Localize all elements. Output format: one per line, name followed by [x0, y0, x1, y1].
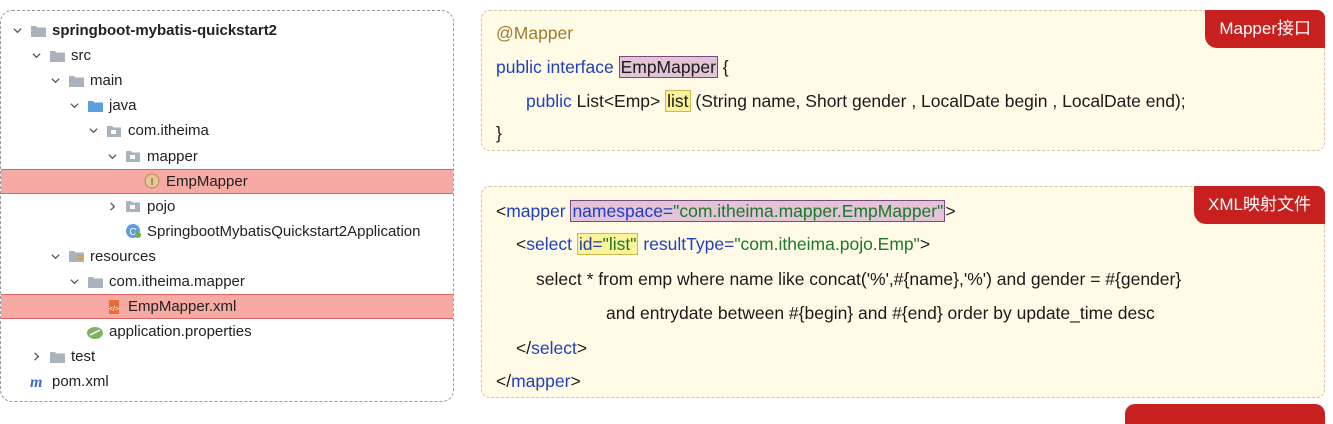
maven-icon: m [29, 374, 47, 390]
no-chevron [125, 175, 137, 187]
interface-name-highlight: EmpMapper [618, 56, 718, 78]
tree-item[interactable]: src [1, 43, 453, 68]
tree-item[interactable]: springboot-mybatis-quickstart2 [1, 18, 453, 43]
code-line-sql-2: and entrydate between #{begin} and #{end… [606, 303, 1155, 323]
tree-item-label: test [71, 348, 96, 366]
chevron-right-icon[interactable] [106, 200, 118, 212]
tree-item[interactable]: pojo [1, 194, 453, 219]
properties-file-icon [86, 324, 104, 340]
folder-icon [48, 48, 66, 64]
namespace-highlight: namespace="com.itheima.mapper.EmpMapper" [570, 200, 946, 222]
package-icon [124, 198, 142, 214]
code-line-select-close: </select> [516, 338, 588, 358]
tree-item[interactable]: mapper [1, 144, 453, 169]
package-icon [105, 123, 123, 139]
code-line-sql-1: select * from emp where name like concat… [536, 269, 1182, 289]
folder-icon [86, 274, 104, 290]
chevron-down-icon[interactable] [49, 75, 61, 87]
select-id-highlight: id="list" [576, 233, 639, 255]
mapper-interface-tag: Mapper接口 [1205, 10, 1325, 48]
tree-item-label: com.itheima [128, 122, 209, 140]
chevron-down-icon[interactable] [49, 250, 61, 262]
tree-item-label: main [90, 72, 123, 90]
svg-text:</>: </> [109, 306, 119, 313]
tree-item[interactable]: java [1, 93, 453, 118]
code-line-annotation: @Mapper [496, 23, 574, 43]
tree-item-label: SpringbootMybatisQuickstart2Application [147, 222, 421, 240]
tree-item-label: application.properties [109, 323, 252, 341]
tree-item-label: resources [90, 247, 156, 265]
interface-icon: I [143, 173, 161, 189]
tree-item[interactable]: com.itheima.mapper [1, 269, 453, 294]
tree-item[interactable]: resources [1, 244, 453, 269]
code-line-mapper-close: </mapper> [496, 371, 581, 391]
code-line-select-open: <select id="list" resultType="com.itheim… [516, 233, 931, 255]
tree-item[interactable]: com.itheima [1, 118, 453, 143]
chevron-down-icon[interactable] [87, 125, 99, 137]
method-name-highlight: list [665, 90, 691, 112]
project-tree: springboot-mybatis-quickstart2 src main jav… [0, 10, 454, 402]
tree-item-label: com.itheima.mapper [109, 273, 245, 290]
no-chevron [11, 376, 23, 388]
tree-item[interactable]: main [1, 68, 453, 93]
no-chevron [106, 225, 118, 237]
bottom-corner-banner [1125, 404, 1325, 424]
mapper-interface-panel: Mapper接口 @Mapper public interface EmpMap… [481, 10, 1325, 151]
tree-item[interactable]: test [1, 344, 453, 369]
tree-item[interactable]: I EmpMapper [1, 168, 453, 194]
tree-item-label: EmpMapper [166, 172, 248, 190]
no-chevron [87, 301, 99, 313]
chevron-down-icon[interactable] [68, 276, 80, 288]
tree-item[interactable]: m pom.xml [1, 369, 453, 394]
xml-mapping-tag: XML映射文件 [1194, 186, 1325, 224]
no-chevron [68, 326, 80, 338]
xml-file-icon: </> [105, 299, 123, 315]
xml-mapping-panel: XML映射文件 <mapper namespace="com.itheima.m… [481, 186, 1325, 398]
svg-text:I: I [151, 177, 154, 188]
code-line-method: public List<Emp> list (String name, Shor… [526, 90, 1186, 112]
resources-folder-icon [67, 248, 85, 264]
tree-item[interactable]: C SpringbootMybatisQuickstart2Application [1, 219, 453, 244]
tree-item[interactable]: </> EmpMapper.xml [1, 294, 453, 320]
svg-text:m: m [30, 374, 42, 390]
chevron-down-icon[interactable] [11, 25, 23, 37]
folder-icon [67, 73, 85, 89]
code-line-interface: public interface EmpMapper { [496, 56, 729, 78]
package-icon [124, 148, 142, 164]
source-folder-icon [86, 98, 104, 114]
tree-item-label: mapper [147, 147, 198, 165]
chevron-down-icon[interactable] [106, 150, 118, 162]
folder-icon [29, 23, 47, 39]
chevron-down-icon[interactable] [30, 50, 42, 62]
tree-item-label: java [109, 97, 137, 115]
code-line-close: } [496, 123, 502, 143]
tree-item-label: pom.xml [52, 373, 109, 391]
spring-class-icon: C [124, 223, 142, 239]
tree-item-label: src [71, 47, 91, 65]
tree-item-label: springboot-mybatis-quickstart2 [52, 22, 278, 39]
tree-item-label: EmpMapper.xml [128, 298, 237, 316]
folder-icon [48, 349, 66, 365]
code-line-mapper-open: <mapper namespace="com.itheima.mapper.Em… [496, 200, 956, 222]
chevron-right-icon[interactable] [30, 351, 42, 363]
tree-item-label: pojo [147, 197, 176, 215]
tree-item[interactable]: application.properties [1, 319, 453, 344]
chevron-down-icon[interactable] [68, 100, 80, 112]
